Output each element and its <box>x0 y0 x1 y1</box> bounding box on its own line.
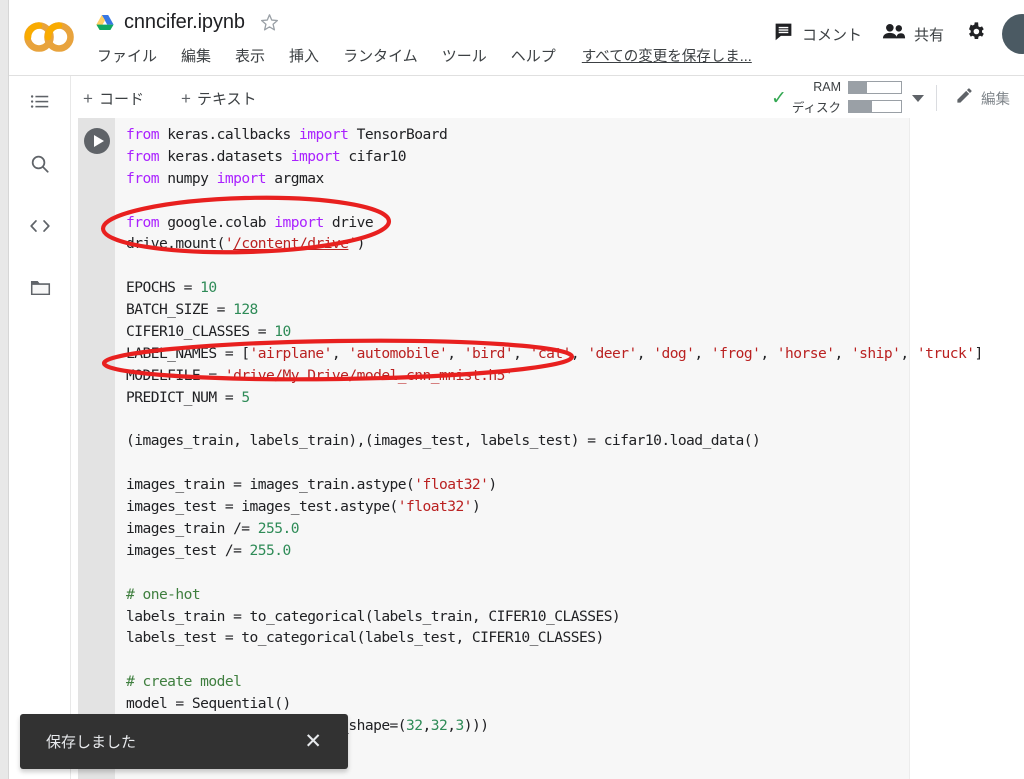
edit-mode-button[interactable]: 編集 <box>949 82 1016 114</box>
code-line: images_test /= 255.0 <box>126 541 291 559</box>
menu-item-runtime[interactable]: ランタイム <box>341 44 420 67</box>
sidebar-item-table-of-contents[interactable] <box>22 86 58 122</box>
comment-button[interactable]: コメント <box>763 15 872 53</box>
save-status-link[interactable]: すべての変更を保存しま... <box>582 45 752 66</box>
notebook-canvas: from keras.callbacks import TensorBoard f… <box>71 118 1024 779</box>
sidebar-item-search[interactable] <box>22 148 58 184</box>
add-code-cell-button[interactable]: + コード <box>78 86 149 111</box>
cell-gutter <box>78 118 115 779</box>
ram-meter-row: RAM <box>792 80 902 94</box>
resource-meters[interactable]: RAM ディスク <box>792 80 902 116</box>
plus-icon: + <box>181 89 191 108</box>
ram-label: RAM <box>813 80 841 94</box>
code-line: CIFER10_CLASSES = 10 <box>126 323 291 341</box>
ram-meter-bar <box>848 80 902 94</box>
code-line: drive.mount('/content/drive') <box>126 235 365 253</box>
code-line: EPOCHS = 10 <box>126 279 217 297</box>
ram-meter-fill <box>849 81 868 93</box>
code-editor[interactable]: from keras.callbacks import TensorBoard f… <box>126 124 1024 759</box>
share-button[interactable]: 共有 <box>872 15 954 53</box>
menu-item-view[interactable]: 表示 <box>233 44 267 67</box>
menu-item-file[interactable]: ファイル <box>95 44 159 67</box>
comment-icon <box>773 21 794 47</box>
menu-item-help[interactable]: ヘルプ <box>509 44 558 67</box>
document-title-row: cnncifer.ipynb <box>95 11 280 34</box>
code-line: (images_train, labels_train),(images_tes… <box>126 432 761 450</box>
gear-icon <box>965 21 986 47</box>
run-cell-button[interactable] <box>84 128 110 154</box>
code-line: images_test = images_test.astype('float3… <box>126 498 481 516</box>
chevron-down-icon[interactable] <box>912 94 924 102</box>
code-line: MODELFILE = 'drive/My Drive/model_cnn_mn… <box>126 366 514 384</box>
code-line: LABEL_NAMES = ['airplane', 'automobile',… <box>126 344 983 362</box>
sidebar-item-code-snippets[interactable] <box>22 210 58 246</box>
disk-meter-bar <box>848 100 902 113</box>
code-line: model = Sequential() <box>126 695 291 713</box>
play-icon <box>93 135 104 147</box>
menu-item-insert[interactable]: 挿入 <box>287 44 321 67</box>
code-snippets-icon <box>28 215 52 242</box>
disk-label: ディスク <box>791 101 841 115</box>
code-line: # create model <box>126 673 242 691</box>
toast-message: 保存しました <box>46 734 137 751</box>
toolbar-divider <box>936 85 937 111</box>
settings-button[interactable] <box>958 17 992 51</box>
colab-notebook-page: cnncifer.ipynb ファイル 編集 表示 挿入 ランタイム ツール ヘ… <box>0 0 1024 779</box>
code-line: # one-hot <box>126 585 201 603</box>
comment-label: コメント <box>801 26 862 44</box>
code-line: images_train /= 255.0 <box>126 520 300 538</box>
code-line: labels_train = to_categorical(labels_tra… <box>126 607 621 625</box>
table-of-contents-icon <box>29 91 51 118</box>
add-text-label: テキスト <box>196 91 257 108</box>
code-line: from keras.callbacks import TensorBoard <box>126 126 448 143</box>
check-icon: ✓ <box>770 87 787 109</box>
share-label: 共有 <box>913 26 944 44</box>
menu-item-edit[interactable]: 編集 <box>179 44 213 67</box>
menu-bar: ファイル 編集 表示 挿入 ランタイム ツール ヘルプ すべての変更を保存しま.… <box>95 44 752 67</box>
code-cell[interactable]: from keras.callbacks import TensorBoard f… <box>78 118 983 779</box>
add-code-label: コード <box>98 91 144 108</box>
code-line: labels_test = to_categorical(labels_test… <box>126 629 604 647</box>
code-line: BATCH_SIZE = 128 <box>126 301 258 319</box>
disk-meter-row: ディスク <box>792 97 902 116</box>
plus-icon: + <box>83 89 93 108</box>
people-icon <box>882 21 906 47</box>
toast-notification: 保存しました ✕ <box>20 714 348 769</box>
code-line: from google.colab import drive <box>126 213 374 231</box>
code-line: from keras.datasets import cifar10 <box>126 147 407 165</box>
search-icon <box>29 153 51 180</box>
app-header: cnncifer.ipynb ファイル 編集 表示 挿入 ランタイム ツール ヘ… <box>9 0 1024 76</box>
star-icon[interactable] <box>254 12 280 33</box>
code-line: PREDICT_NUM = 5 <box>126 388 250 406</box>
add-text-cell-button[interactable]: + テキスト <box>176 86 262 111</box>
colab-logo[interactable] <box>22 16 78 58</box>
toolbar-right-group: ✓ RAM ディスク 編集 <box>771 80 1016 116</box>
code-line: from numpy import argmax <box>126 169 324 187</box>
code-line: images_train = images_train.astype('floa… <box>126 476 497 494</box>
menu-item-tools[interactable]: ツール <box>440 44 489 67</box>
page-title[interactable]: cnncifer.ipynb <box>124 11 245 34</box>
window-edge-strip <box>0 0 9 779</box>
close-icon[interactable]: ✕ <box>300 729 326 754</box>
disk-meter-fill <box>849 101 873 112</box>
header-actions: コメント 共有 <box>763 14 1024 54</box>
pencil-icon <box>955 86 974 110</box>
avatar[interactable] <box>1002 14 1024 54</box>
files-icon <box>29 277 52 303</box>
edit-mode-label: 編集 <box>981 91 1010 108</box>
left-sidebar-rail <box>9 76 71 779</box>
sidebar-item-files[interactable] <box>22 272 58 308</box>
drive-icon <box>95 14 115 32</box>
notebook-toolbar: + コード + テキスト ✓ RAM ディスク 編集 <box>78 76 1024 119</box>
